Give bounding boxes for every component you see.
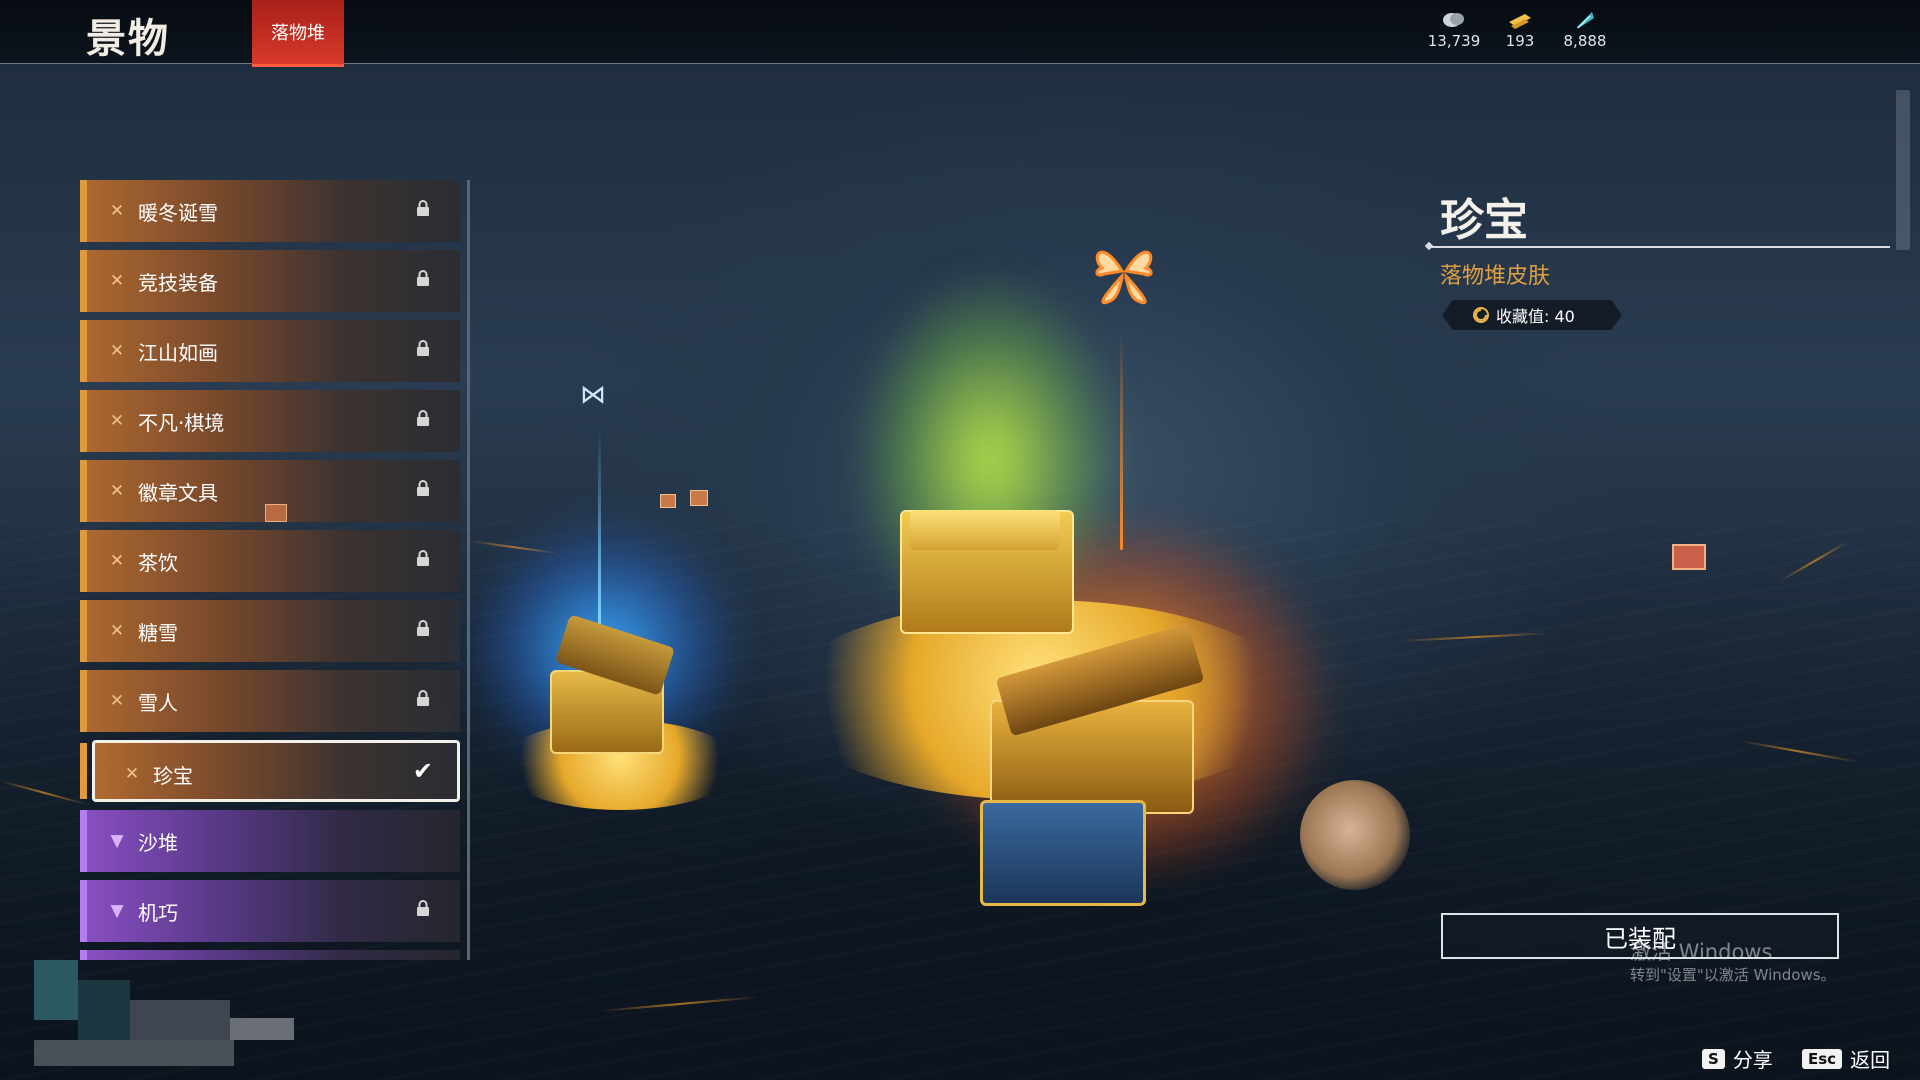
- list-scrollbar[interactable]: [467, 180, 470, 960]
- currency-ticket-value: 193: [1505, 32, 1535, 50]
- orange-butterfly-icon: [1095, 250, 1153, 305]
- lock-icon: [417, 620, 429, 636]
- skin-list: ✕ 暖冬诞雪 ✕ 竞技装备 ✕ 江山如画 ✕ 不凡·棋境 ✕ 徽章文具 ✕ 茶饮…: [80, 180, 460, 960]
- list-item-label: 茶饮: [138, 551, 178, 575]
- list-item-label: 暖冬诞雪: [138, 201, 218, 225]
- list-item[interactable]: ▼ 沙堆: [80, 810, 460, 872]
- pixelated-name: [230, 1018, 294, 1040]
- collection-value-badge: 收藏值: 40: [1442, 300, 1622, 330]
- lock-icon: [417, 900, 429, 916]
- list-item[interactable]: ✕ 糖雪: [80, 600, 460, 662]
- checkmark-icon: ✔: [412, 757, 433, 785]
- butterfly-icon: ✕: [109, 481, 125, 501]
- list-item[interactable]: ✕ 茶饮: [80, 530, 460, 592]
- lock-icon: [417, 270, 429, 286]
- list-item-label: 机巧: [138, 901, 178, 925]
- small-butterfly-icon: ⋈: [580, 380, 606, 410]
- list-item-label: 江山如画: [138, 341, 218, 365]
- butterfly-icon: ✕: [109, 341, 125, 361]
- blue-beam: [598, 430, 601, 630]
- gold-ticket-icon: [1509, 14, 1531, 29]
- butterfly-icon: ✕: [124, 764, 140, 784]
- lock-icon: [417, 480, 429, 496]
- list-item[interactable]: ✕ 暖冬诞雪: [80, 180, 460, 242]
- coin-sack: [1300, 780, 1410, 890]
- list-item-label: 不凡·棋境: [138, 411, 225, 435]
- lock-icon: [417, 340, 429, 356]
- currency-ticket: 193: [1500, 10, 1540, 50]
- detail-title: 珍宝: [1440, 195, 1528, 246]
- pixelated-avatar: [34, 960, 78, 1020]
- currency-feather-value: 8,888: [1563, 32, 1607, 50]
- butterfly-icon: ✕: [109, 411, 125, 431]
- butterfly-icon: ✕: [109, 551, 125, 571]
- lock-icon: [417, 410, 429, 426]
- pixelated-name: [130, 1000, 230, 1040]
- collection-icon: [1473, 307, 1489, 323]
- currency-feather: 8,888: [1560, 10, 1610, 50]
- lock-icon: [417, 690, 429, 706]
- list-item-label: 雪人: [138, 691, 178, 715]
- butterfly-icon: ✕: [109, 201, 125, 221]
- back-label: 返回: [1850, 1048, 1891, 1072]
- butterfly-icon: ✕: [109, 691, 125, 711]
- butterfly-icon: ✕: [109, 621, 125, 641]
- orange-beam: [1120, 330, 1123, 550]
- list-item-label: 沙堆: [138, 831, 178, 855]
- list-item-partial[interactable]: [80, 950, 460, 960]
- currency-silver-value: 13,739: [1427, 32, 1481, 50]
- silver-coin-icon: [1443, 13, 1464, 27]
- pixelated-name: [34, 1040, 234, 1066]
- list-item-label: 糖雪: [138, 621, 178, 645]
- page-title: 景物: [86, 16, 170, 62]
- list-item[interactable]: ✕ 不凡·棋境: [80, 390, 460, 452]
- list-item-label: 珍宝: [153, 764, 193, 788]
- currency-silver: 13,739: [1424, 10, 1484, 50]
- windows-watermark-subtitle: 转到"设置"以激活 Windows。: [1630, 966, 1836, 984]
- list-item[interactable]: ✕ 江山如画: [80, 320, 460, 382]
- floating-box: [690, 490, 708, 506]
- floating-box: [1672, 544, 1706, 570]
- golden-altar-lid: [910, 510, 1060, 550]
- purple-butterfly-icon: ▼: [110, 831, 124, 851]
- butterfly-icon: ✕: [109, 271, 125, 291]
- back-hint[interactable]: Esc 返回: [1802, 1044, 1890, 1073]
- share-hint[interactable]: S 分享: [1702, 1044, 1773, 1073]
- list-item-label: 竞技装备: [138, 271, 218, 295]
- collection-value-label: 收藏值: 40: [1496, 307, 1575, 326]
- detail-divider: [1430, 246, 1890, 248]
- loot-pile-preview[interactable]: ⋈: [470, 220, 1410, 940]
- list-item[interactable]: ✕ 竞技装备: [80, 250, 460, 312]
- list-item-selected[interactable]: ✕ 珍宝 ✔: [80, 740, 460, 802]
- floating-box: [660, 494, 676, 508]
- tab-loot-pile[interactable]: 落物堆: [252, 0, 344, 67]
- purple-butterfly-icon: ▼: [110, 901, 124, 921]
- lock-icon: [417, 550, 429, 566]
- list-item[interactable]: ✕ 雪人: [80, 670, 460, 732]
- list-item[interactable]: ▼ 机巧: [80, 880, 460, 942]
- lock-icon: [417, 200, 429, 216]
- key-s: S: [1702, 1048, 1725, 1069]
- right-edge-scrollbar[interactable]: [1896, 90, 1910, 250]
- detail-subtitle: 落物堆皮肤: [1440, 264, 1551, 289]
- blue-treasure-chest: [980, 800, 1146, 906]
- floating-box: [265, 504, 287, 522]
- key-esc: Esc: [1802, 1048, 1843, 1069]
- list-item-label: 徽章文具: [138, 481, 218, 505]
- share-label: 分享: [1732, 1048, 1773, 1072]
- windows-watermark-title: 激活 Windows: [1630, 940, 1773, 964]
- feather-icon: [1576, 12, 1594, 29]
